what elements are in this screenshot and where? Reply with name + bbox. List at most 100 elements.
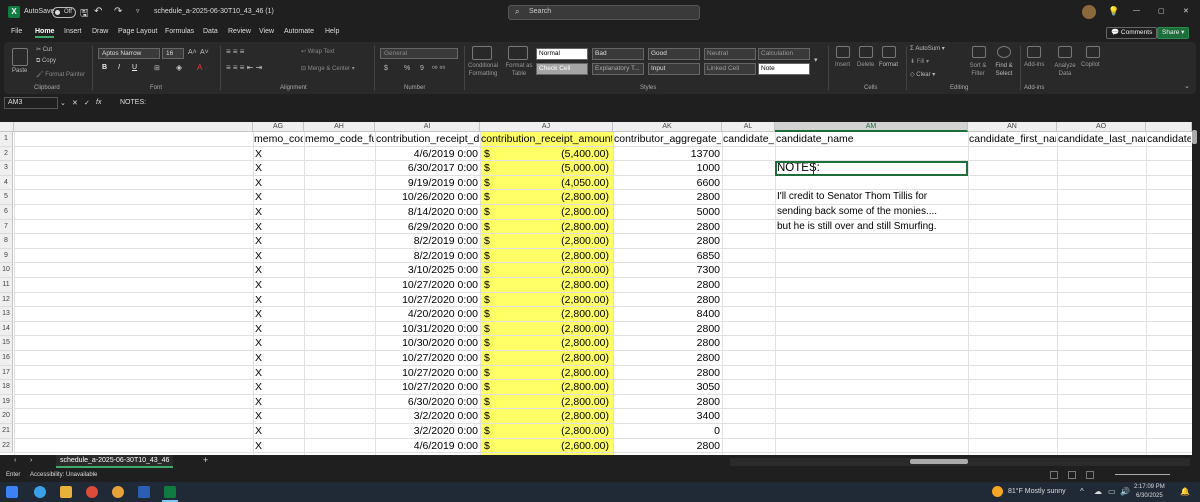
column-header-ak[interactable]: AK (613, 122, 722, 132)
autosum-button[interactable]: Σ AutoSum ▾ (910, 45, 945, 52)
row-header[interactable]: 7 (0, 219, 13, 235)
conditional-formatting-label[interactable]: Conditional Formatting (466, 62, 500, 78)
clock-date[interactable]: 6/30/2025 (1136, 493, 1163, 499)
receipt-amount-cell[interactable]: (2,800.00) (498, 293, 609, 308)
merge-center-button[interactable]: ⊟ Merge & Center ▾ (301, 65, 355, 72)
borders-icon[interactable]: ⊞ (154, 64, 160, 72)
close-button[interactable]: ✕ (1183, 7, 1189, 15)
currency-symbol-cell[interactable]: $ (484, 176, 498, 191)
active-cell-border[interactable] (775, 161, 968, 176)
currency-symbol-cell[interactable]: $ (484, 249, 498, 264)
cell-style-good[interactable]: Good (648, 48, 700, 60)
memo-code-cell[interactable]: X (255, 366, 285, 381)
receipt-date-cell[interactable]: 10/27/2020 0:00 (375, 293, 478, 308)
aggregate-cell[interactable]: 2800 (613, 366, 720, 381)
row-header[interactable]: 20 (0, 409, 13, 424)
aggregate-cell[interactable]: 0 (613, 424, 720, 439)
cell-style-calculation[interactable]: Calculation (758, 48, 810, 60)
aggregate-cell[interactable]: 2800 (613, 278, 720, 293)
italic-button[interactable]: I (118, 64, 120, 71)
memo-code-cell[interactable]: X (255, 205, 285, 220)
tab-formulas[interactable]: Formulas (165, 28, 194, 35)
memo-code-cell[interactable]: X (255, 176, 285, 191)
receipt-amount-cell[interactable]: (2,800.00) (498, 351, 609, 366)
search-box[interactable]: ⌕ Search (508, 5, 700, 20)
zoom-slider[interactable] (1115, 474, 1170, 475)
cell-style-normal[interactable]: Normal (536, 48, 588, 60)
currency-symbol-cell[interactable]: $ (484, 351, 498, 366)
row-header[interactable]: 21 (0, 424, 13, 439)
currency-symbol-cell[interactable]: $ (484, 293, 498, 308)
redo-icon[interactable]: ↷ (114, 6, 122, 17)
accessibility-status[interactable]: Accessibility: Unavailable (30, 472, 97, 478)
aggregate-cell[interactable]: 2800 (613, 322, 720, 337)
cancel-formula-icon[interactable]: ✕ (72, 99, 78, 107)
conditional-formatting-icon[interactable] (472, 46, 492, 60)
receipt-date-cell[interactable]: 10/27/2020 0:00 (375, 366, 478, 381)
name-box-dropdown-icon[interactable]: ⌄ (60, 99, 66, 107)
word-icon[interactable] (138, 486, 150, 498)
header-cell[interactable]: contributor_aggregate_y (614, 132, 721, 147)
column-header-ag[interactable]: AG (253, 122, 304, 132)
currency-symbol-cell[interactable]: $ (484, 205, 498, 220)
memo-code-cell[interactable]: X (255, 380, 285, 395)
row-header[interactable]: 2 (0, 146, 13, 162)
header-cell[interactable]: memo_code_fu (305, 132, 374, 147)
column-header-ao[interactable]: AO (1057, 122, 1146, 132)
aggregate-cell[interactable]: 2800 (613, 395, 720, 410)
increase-font-icon[interactable]: A˄ (188, 49, 197, 56)
aggregate-cell[interactable]: 3400 (613, 409, 720, 424)
receipt-date-cell[interactable]: 4/6/2019 0:00 (375, 439, 478, 454)
memo-code-cell[interactable]: X (255, 220, 285, 235)
receipt-date-cell[interactable]: 3/2/2020 0:00 (375, 424, 478, 439)
prev-sheet-icon[interactable]: ‹ (14, 457, 16, 464)
memo-code-cell[interactable]: X (255, 395, 285, 410)
aggregate-cell[interactable]: 2800 (613, 220, 720, 235)
receipt-amount-cell[interactable]: (2,800.00) (498, 205, 609, 220)
cell-style-check-cell[interactable]: Check Cell (536, 63, 588, 75)
receipt-amount-cell[interactable]: (4,050.00) (498, 176, 609, 191)
tab-review[interactable]: Review (228, 28, 251, 35)
receipt-date-cell[interactable]: 8/2/2019 0:00 (375, 249, 478, 264)
tab-insert[interactable]: Insert (64, 28, 82, 35)
currency-symbol-cell[interactable]: $ (484, 278, 498, 293)
header-cell[interactable]: memo_code (254, 132, 303, 147)
note-text-cell[interactable]: but he is still over and still Smurfing. (777, 220, 1027, 235)
percent-button[interactable]: % (404, 65, 410, 72)
fill-button[interactable]: ⬇ Fill ▾ (910, 58, 929, 65)
memo-code-cell[interactable]: X (255, 439, 285, 454)
memo-code-cell[interactable]: X (255, 190, 285, 205)
horizontal-scroll-thumb[interactable] (910, 459, 968, 464)
header-cell[interactable]: contribution_receipt_amount (481, 132, 612, 147)
receipt-amount-cell[interactable]: (2,800.00) (498, 190, 609, 205)
header-cell[interactable]: candidate_last_nam (1058, 132, 1145, 147)
receipt-amount-cell[interactable]: (2,600.00) (498, 439, 609, 454)
currency-symbol-cell[interactable]: $ (484, 147, 498, 162)
currency-symbol-cell[interactable]: $ (484, 161, 498, 176)
row-header[interactable]: 16 (0, 351, 13, 366)
weather-text[interactable]: 81°F Mostly sunny (1008, 488, 1066, 495)
receipt-amount-cell[interactable]: (5,400.00) (498, 147, 609, 162)
cut-button[interactable]: ✂ Cut (36, 46, 52, 53)
memo-code-cell[interactable]: X (255, 263, 285, 278)
receipt-amount-cell[interactable]: (2,800.00) (498, 263, 609, 278)
receipt-amount-cell[interactable]: (2,800.00) (498, 395, 609, 410)
receipt-date-cell[interactable]: 3/2/2020 0:00 (375, 409, 478, 424)
tab-page-layout[interactable]: Page Layout (118, 28, 157, 35)
header-cell[interactable]: candidate_first_nam (969, 132, 1056, 147)
row-header[interactable]: 13 (0, 307, 13, 322)
row-header[interactable]: 3 (0, 161, 13, 176)
tab-data[interactable]: Data (203, 28, 218, 35)
share-button[interactable]: Share ▾ (1157, 27, 1190, 39)
memo-code-cell[interactable]: X (255, 278, 285, 293)
receipt-amount-cell[interactable]: (2,800.00) (498, 380, 609, 395)
memo-code-cell[interactable]: X (255, 234, 285, 249)
copilot-icon[interactable] (1086, 46, 1100, 58)
row-header[interactable]: 17 (0, 365, 13, 381)
aggregate-cell[interactable]: 2800 (613, 336, 720, 351)
aggregate-cell[interactable]: 7300 (613, 263, 720, 278)
aggregate-cell[interactable]: 2800 (613, 190, 720, 205)
restore-button[interactable]: ▢ (1158, 7, 1165, 15)
aggregate-cell[interactable]: 3050 (613, 380, 720, 395)
receipt-amount-cell[interactable]: (2,800.00) (498, 249, 609, 264)
